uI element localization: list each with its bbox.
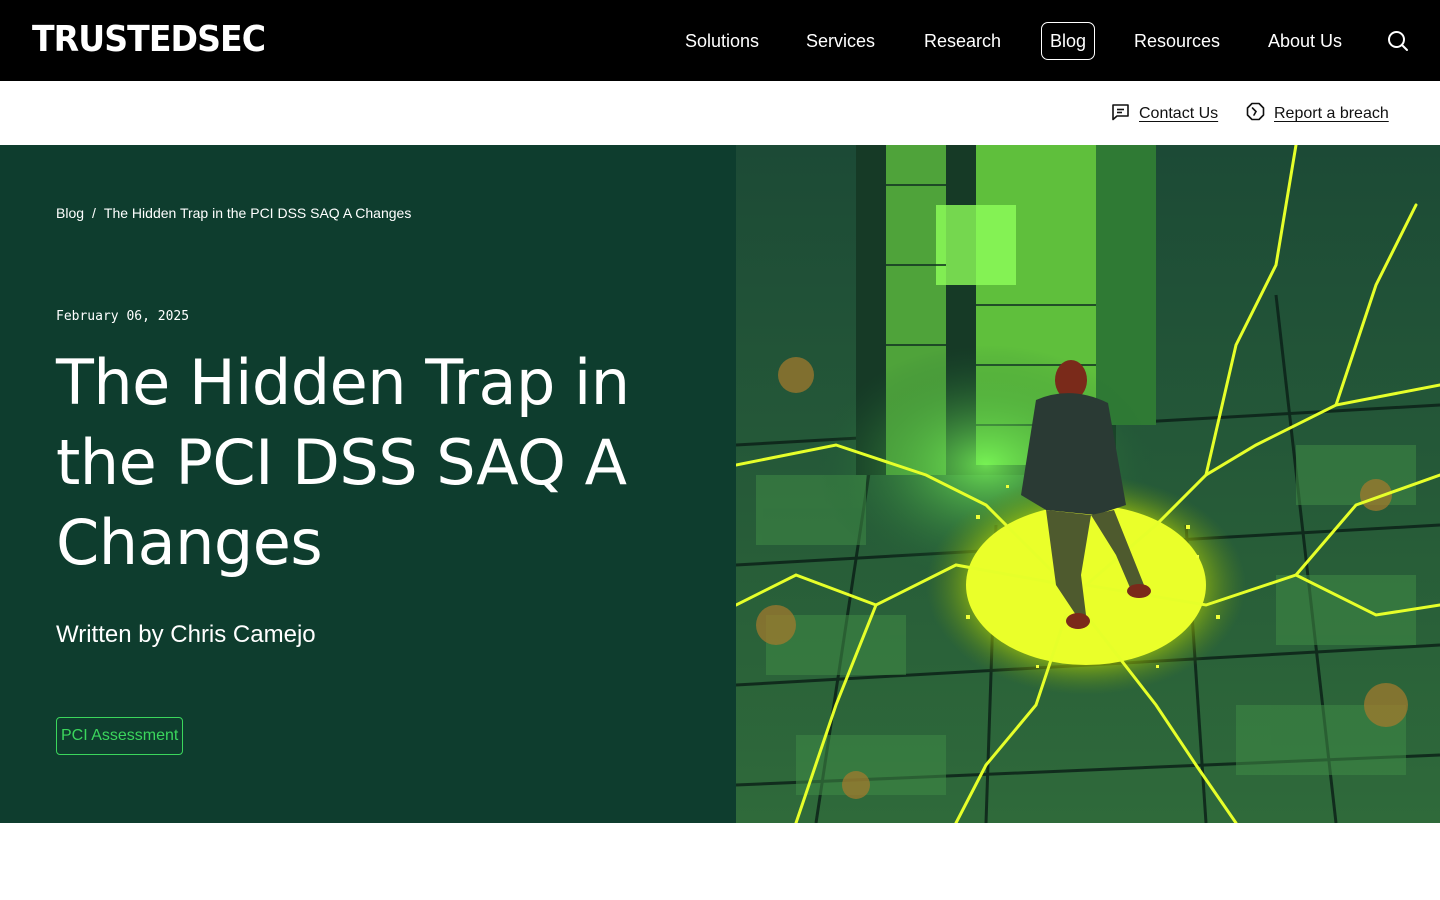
publish-date: February 06, 2025	[56, 309, 190, 324]
nav-item-blog[interactable]: Blog	[1041, 22, 1096, 60]
nav-item-about-us[interactable]: About Us	[1268, 22, 1342, 60]
breadcrumb: Blog / The Hidden Trap in the PCI DSS SA…	[56, 205, 411, 221]
top-navigation: TRUSTEDSEC Solutions Services Research B…	[0, 0, 1440, 81]
hero-text-panel: Blog / The Hidden Trap in the PCI DSS SA…	[0, 145, 736, 823]
report-breach-label: Report a breach	[1274, 105, 1389, 122]
article-author: Written by Chris Camejo	[56, 621, 316, 648]
breadcrumb-blog-link[interactable]: Blog	[56, 205, 84, 221]
hero-illustration	[736, 145, 1440, 823]
contact-us-link[interactable]: Contact Us	[1111, 103, 1219, 126]
main-nav: Solutions Services Research Blog Resourc…	[0, 22, 1440, 60]
tag-pci-assessment[interactable]: PCI Assessment	[56, 717, 184, 755]
breadcrumb-separator: /	[92, 205, 96, 221]
nav-item-solutions[interactable]: Solutions	[685, 22, 759, 60]
content-area-start	[0, 823, 1440, 900]
chat-icon	[1111, 103, 1130, 126]
search-icon[interactable]	[1386, 29, 1410, 53]
contact-us-label: Contact Us	[1139, 105, 1219, 122]
report-breach-link[interactable]: Report a breach	[1246, 102, 1389, 126]
article-title: The Hidden Trap in the PCI DSS SAQ A Cha…	[56, 346, 630, 579]
nav-item-research[interactable]: Research	[924, 22, 1001, 60]
alert-octagon-icon	[1246, 102, 1265, 126]
utility-bar: Contact Us Report a breach	[0, 81, 1440, 145]
breadcrumb-current: The Hidden Trap in the PCI DSS SAQ A Cha…	[103, 205, 412, 221]
article-hero: Blog / The Hidden Trap in the PCI DSS SA…	[0, 145, 1440, 823]
nav-item-resources[interactable]: Resources	[1134, 22, 1220, 60]
nav-item-services[interactable]: Services	[806, 22, 875, 60]
